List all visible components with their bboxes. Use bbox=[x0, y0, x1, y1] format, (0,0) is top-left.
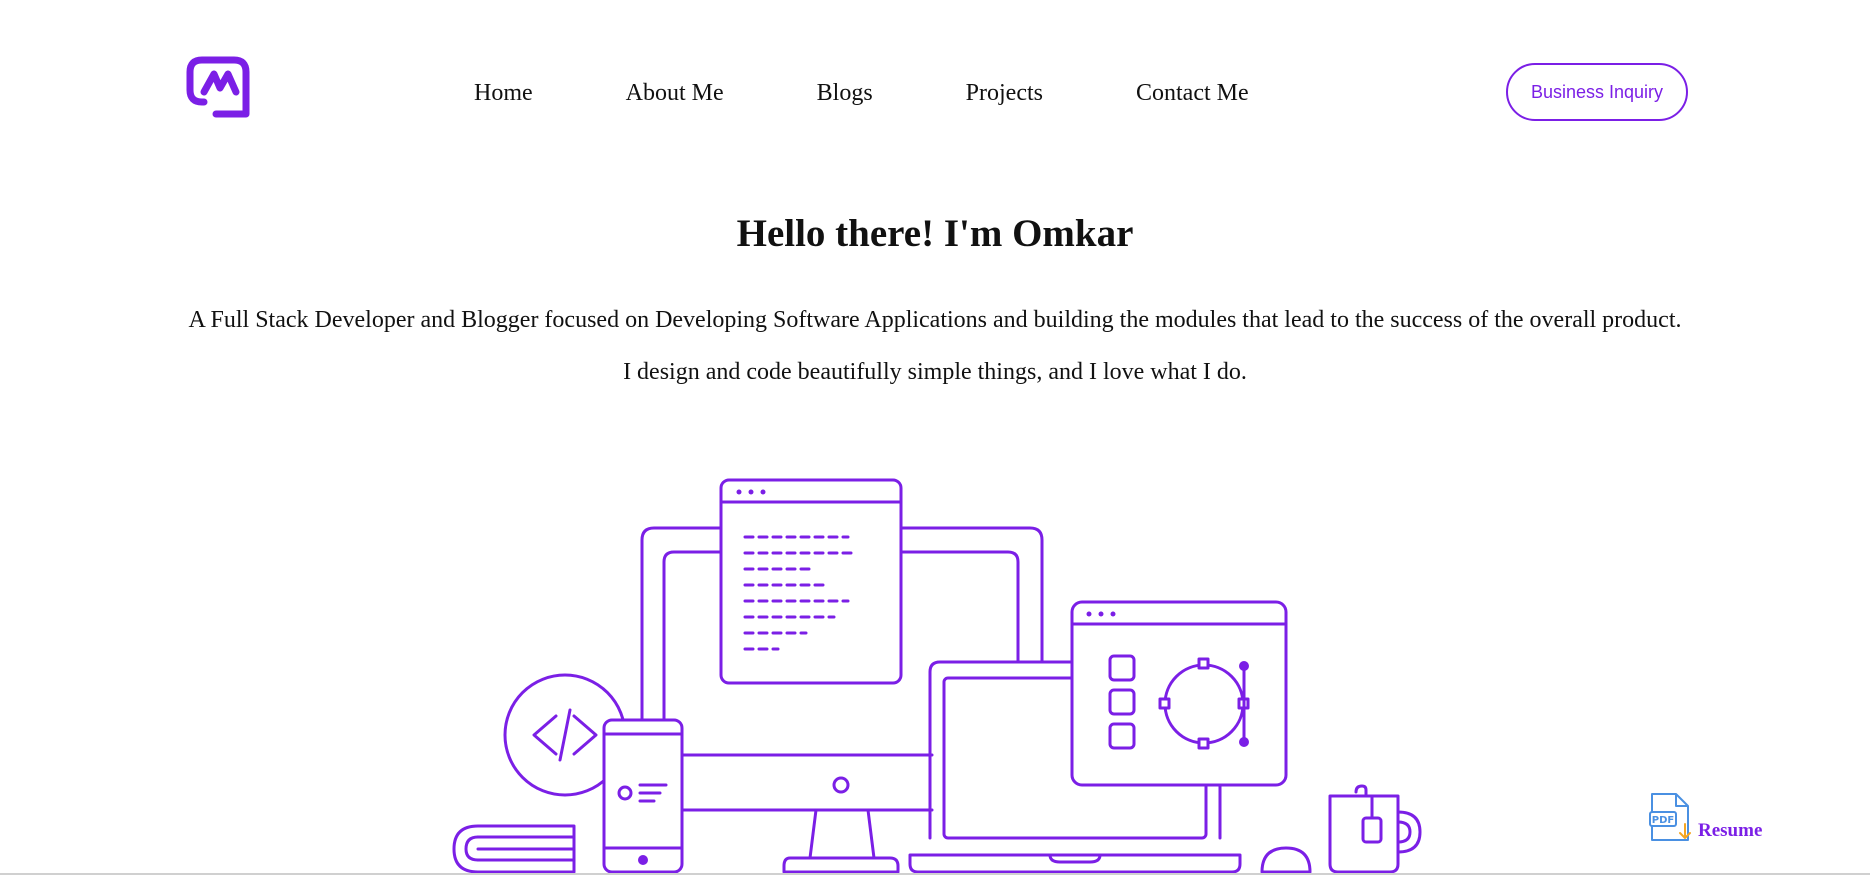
pdf-download-icon: PDF bbox=[1649, 793, 1691, 841]
resume-download-link[interactable]: PDF Resume bbox=[1648, 790, 1762, 844]
nav-projects[interactable]: Projects bbox=[966, 76, 1043, 110]
hero-description: A Full Stack Developer and Blogger focus… bbox=[188, 307, 1682, 333]
hero-tagline: I design and code beautifully simple thi… bbox=[623, 359, 1247, 385]
svg-text:PDF: PDF bbox=[1652, 815, 1674, 826]
site-header: Home About Me Blogs Projects Contact Me … bbox=[0, 0, 1870, 185]
resume-label[interactable]: Resume bbox=[1698, 820, 1762, 842]
nav-contact-me[interactable]: Contact Me bbox=[1136, 76, 1249, 110]
logo-icon[interactable] bbox=[186, 56, 252, 118]
nav-home[interactable]: Home bbox=[474, 76, 533, 110]
page-divider bbox=[0, 873, 1870, 875]
business-inquiry-button[interactable]: Business Inquiry bbox=[1506, 63, 1688, 121]
devices-illustration bbox=[452, 478, 1422, 874]
nav-about-me[interactable]: About Me bbox=[626, 76, 724, 110]
main-nav: Home About Me Blogs Projects Contact Me bbox=[474, 76, 1249, 110]
hero-title: Hello there! I'm Omkar bbox=[736, 212, 1134, 255]
nav-blogs[interactable]: Blogs bbox=[817, 76, 873, 110]
